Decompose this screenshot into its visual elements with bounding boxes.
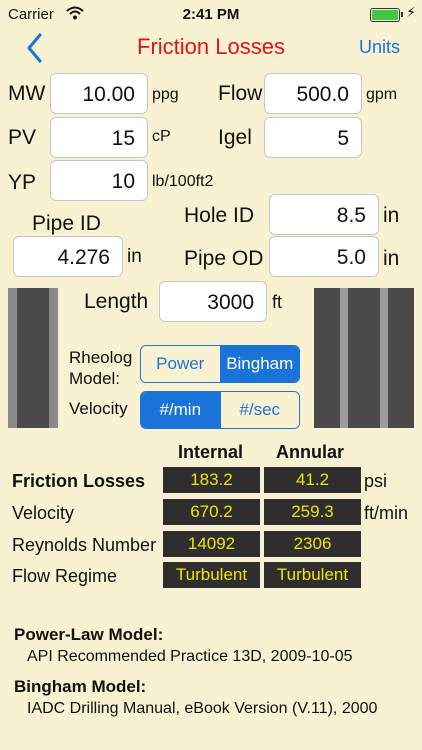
friction-internal-value: 183.2	[163, 467, 260, 493]
bingham-reference-text: IADC Drilling Manual, eBook Version (V.1…	[27, 700, 378, 717]
mw-unit: ppg	[152, 86, 179, 103]
pipe-id-input[interactable]: 4.276	[13, 236, 123, 277]
column-header-internal: Internal	[178, 442, 244, 462]
friction-annular-value: 41.2	[264, 467, 361, 493]
pv-label: PV	[8, 126, 37, 149]
flow-input[interactable]: 500.0	[264, 73, 362, 114]
row-label-friction-losses: Friction Losses	[12, 471, 146, 491]
row-label-reynolds: Reynolds Number	[12, 535, 157, 555]
flow-label: Flow	[218, 82, 263, 105]
reynolds-internal-value: 14092	[163, 531, 260, 557]
velocity-result-unit: ft/min	[364, 503, 409, 523]
pipe-od-label: Pipe OD	[184, 247, 264, 270]
row-label-velocity: Velocity	[12, 503, 75, 523]
regime-internal-value: Turbulent	[163, 562, 260, 588]
pipe-id-unit: in	[127, 246, 142, 267]
pv-unit: cP	[152, 128, 171, 145]
pipe-bore	[17, 288, 49, 428]
length-unit: ft	[272, 292, 283, 312]
pv-input[interactable]: 15	[50, 117, 148, 158]
rheology-segmented-control[interactable]: Power Bingham	[140, 345, 300, 383]
hole-id-unit: in	[383, 204, 400, 227]
rheology-option-bingham[interactable]: Bingham	[219, 346, 299, 382]
pipe-wall-left	[340, 288, 348, 428]
igel-label: Igel	[218, 126, 252, 149]
mw-label: MW	[8, 82, 46, 105]
status-bar: Carrier 2:41 PM ⚡	[0, 0, 422, 30]
flow-unit: gpm	[366, 86, 398, 103]
units-button[interactable]: Units	[359, 37, 400, 58]
length-input[interactable]: 3000	[159, 281, 267, 322]
internal-pipe-graphic	[8, 288, 58, 428]
pipe-wall-right	[380, 288, 388, 428]
velocity-option-per-sec[interactable]: #/sec	[219, 392, 299, 428]
pipe-od-unit: in	[383, 247, 400, 270]
power-law-reference-text: API Recommended Practice 13D, 2009-10-05	[27, 648, 353, 665]
rheology-option-power[interactable]: Power	[141, 346, 220, 382]
charging-icon: ⚡	[406, 4, 416, 20]
pipe-id-label: Pipe ID	[32, 212, 101, 235]
regime-annular-value: Turbulent	[264, 562, 361, 588]
velocity-segmented-control[interactable]: #/min #/sec	[140, 391, 300, 429]
row-label-flow-regime: Flow Regime	[12, 566, 118, 586]
clock: 2:41 PM	[182, 6, 240, 23]
velocity-annular-value: 259.3	[264, 499, 361, 525]
hole-id-label: Hole ID	[184, 204, 255, 227]
reynolds-annular-value: 2306	[264, 531, 361, 557]
length-label: Length	[84, 290, 149, 313]
power-law-reference-title: Power-Law Model:	[14, 625, 164, 644]
igel-input[interactable]: 5	[264, 117, 362, 158]
velocity-unit-label: Velocity	[69, 399, 128, 418]
annular-pipe-graphic	[314, 288, 414, 428]
bingham-reference-title: Bingham Model:	[14, 677, 147, 696]
velocity-option-per-min[interactable]: #/min	[141, 392, 220, 428]
pipe-od-input[interactable]: 5.0	[269, 236, 379, 277]
friction-unit: psi	[364, 471, 388, 491]
battery-nub	[401, 12, 403, 17]
rheology-label-line1: Rheolog	[69, 348, 133, 367]
yp-unit: lb/100ft2	[152, 173, 214, 190]
battery-icon	[370, 8, 400, 22]
velocity-internal-value: 670.2	[163, 499, 260, 525]
yp-input[interactable]: 10	[50, 160, 148, 201]
column-header-annular: Annular	[276, 442, 345, 462]
hole-id-input[interactable]: 8.5	[269, 194, 379, 235]
rheology-label: Rheolog Model:	[69, 347, 132, 389]
rheology-label-line2: Model:	[69, 369, 121, 388]
yp-label: YP	[8, 171, 37, 194]
mw-input[interactable]: 10.00	[50, 73, 148, 114]
